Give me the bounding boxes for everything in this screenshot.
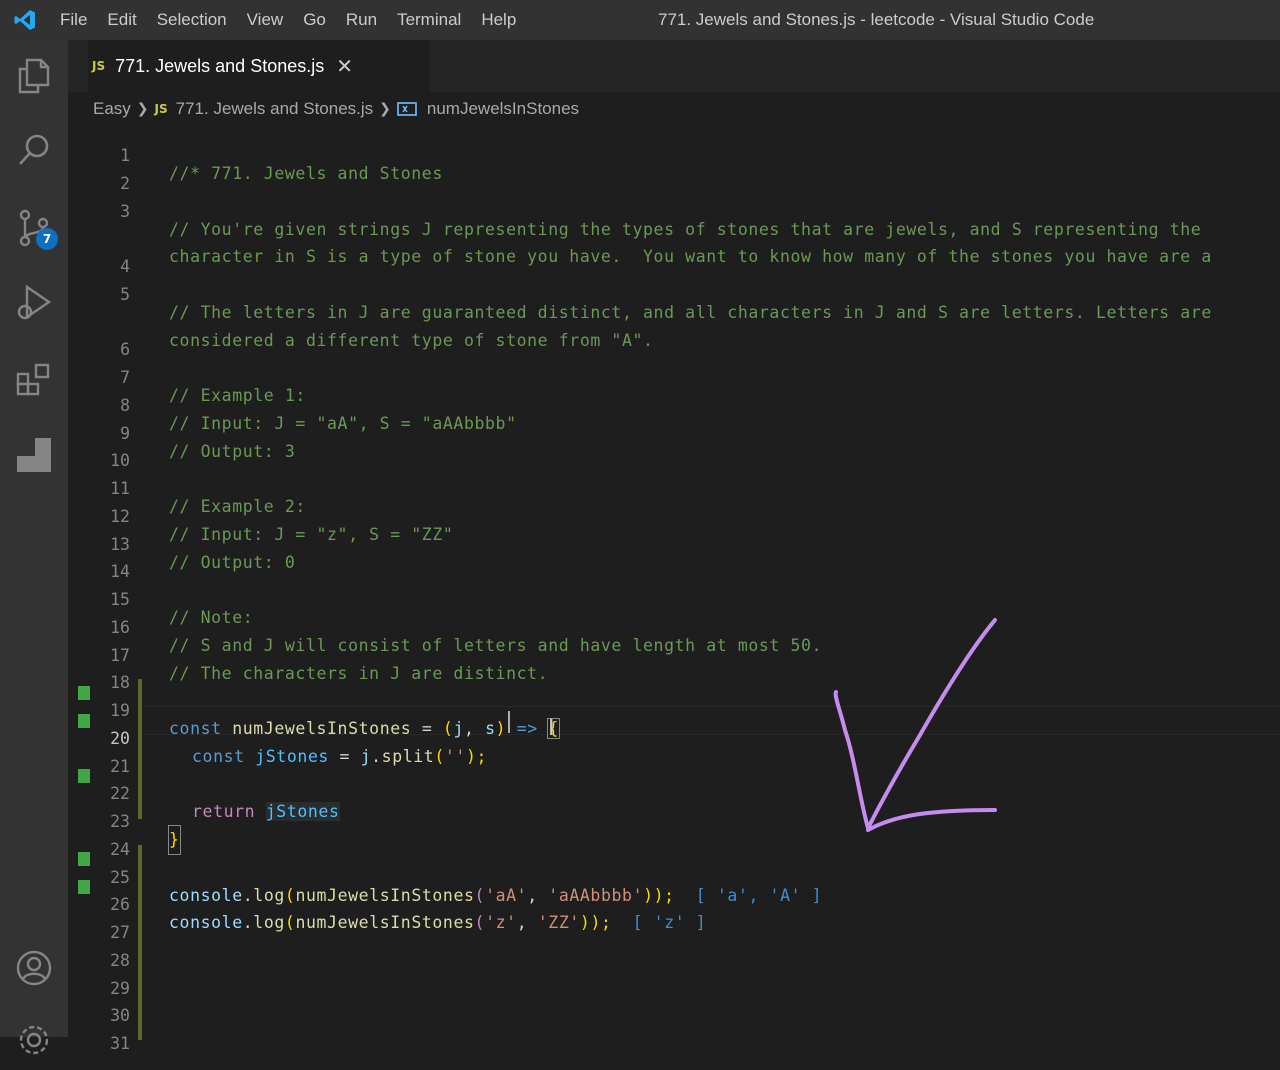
tab-label: 771. Jewels and Stones.js: [115, 55, 325, 76]
variable-symbol-icon: [397, 102, 417, 116]
code-line: 16 // S and J will consist of letters an…: [68, 596, 1280, 655]
code-line: 11 // Example 2:: [68, 457, 1280, 516]
code-line-wrapped: considered a different type of stone fro…: [68, 291, 1280, 350]
menu-bar: File Edit Selection View Go Run Terminal…: [50, 0, 526, 40]
code-line: 24: [68, 818, 1280, 859]
code-line: 14: [68, 540, 1280, 581]
account-icon[interactable]: [0, 938, 68, 998]
breadcrumb-symbol[interactable]: numJewelsInStones: [427, 99, 579, 119]
code-line: 27: [68, 901, 1280, 942]
code-line: 1 //* 771. Jewels and Stones: [68, 124, 1280, 183]
source-control-badge: 7: [36, 228, 58, 250]
title-bar: File Edit Selection View Go Run Terminal…: [0, 0, 1280, 40]
menu-file[interactable]: File: [50, 0, 97, 40]
code-line: 30: [68, 984, 1280, 1025]
code-line: 10: [68, 429, 1280, 470]
code-line: 13 // Output: 0: [68, 513, 1280, 572]
code-line: 21: [68, 735, 1280, 776]
code-line: 7 // Example 1:: [68, 346, 1280, 405]
editor-tabs: JS 771. Jewels and Stones.js ✕: [68, 40, 1280, 92]
menu-terminal[interactable]: Terminal: [387, 0, 471, 40]
code-line: 6: [68, 318, 1280, 359]
code-line-wrapped: character in S is a type of stone you ha…: [68, 207, 1280, 266]
code-line: 23 }: [68, 790, 1280, 855]
close-icon[interactable]: ✕: [336, 54, 353, 78]
search-icon[interactable]: [0, 120, 68, 180]
settings-icon[interactable]: [0, 1010, 68, 1070]
menu-help[interactable]: Help: [471, 0, 526, 40]
code-line: 25 console.log(numJewelsInStones('aA', '…: [68, 846, 1280, 905]
menu-view[interactable]: View: [237, 0, 294, 40]
code-line: 4: [68, 235, 1280, 276]
menu-selection[interactable]: Selection: [147, 0, 237, 40]
code-line: 17 // The characters in J are distinct.: [68, 624, 1280, 683]
javascript-file-icon: JS: [154, 102, 168, 116]
code-line: 20 const jStones = j.split('');: [68, 707, 1280, 766]
chevron-right-icon: ❯: [379, 101, 391, 117]
code-line: 18: [68, 651, 1280, 692]
code-line: 15 // Note:: [68, 568, 1280, 627]
code-line: 19 const numJewelsInStones = (j, s) => {: [68, 679, 1280, 739]
code-line: 31: [68, 1012, 1280, 1053]
code-editor[interactable]: 1 //* 771. Jewels and Stones 2 3 // You'…: [68, 124, 1280, 1053]
line-number: 31: [110, 1034, 130, 1053]
breadcrumb: Easy ❯ JS 771. Jewels and Stones.js ❯ nu…: [93, 94, 579, 124]
breadcrumb-file[interactable]: 771. Jewels and Stones.js: [176, 99, 374, 119]
menu-edit[interactable]: Edit: [97, 0, 146, 40]
vscode-logo-icon: [0, 0, 50, 40]
code-line: 26 console.log(numJewelsInStones('z', 'Z…: [68, 873, 1280, 932]
breadcrumb-folder[interactable]: Easy: [93, 99, 131, 119]
annotation-arrow-icon: [833, 618, 997, 832]
code-line: 22 return jStones: [68, 762, 1280, 822]
menu-run[interactable]: Run: [336, 0, 387, 40]
code-line: 5 // The letters in J are guaranteed dis…: [68, 263, 1280, 322]
code-line: 8 // Input: J = "aA", S = "aAAbbbb": [68, 374, 1280, 433]
explorer-icon[interactable]: [0, 46, 68, 106]
menu-go[interactable]: Go: [293, 0, 336, 40]
run-debug-icon[interactable]: [0, 272, 68, 332]
panel-icon[interactable]: [0, 425, 68, 485]
text-caret: [508, 711, 510, 733]
code-line: 28: [68, 929, 1280, 970]
activity-bar: 7: [0, 40, 68, 1055]
code-line: 2: [68, 152, 1280, 193]
code-line: 29: [68, 957, 1280, 998]
mouse-ibeam-cursor-icon: I: [548, 716, 555, 741]
extensions-icon[interactable]: [0, 350, 68, 410]
source-control-icon[interactable]: 7: [0, 198, 68, 258]
code-line: 3 // You're given strings J representing…: [68, 180, 1280, 239]
javascript-file-icon: JS: [92, 59, 106, 73]
chevron-right-icon: ❯: [136, 101, 149, 117]
code-line: 9 // Output: 3: [68, 402, 1280, 461]
code-line: 12 // Input: J = "z", S = "ZZ": [68, 485, 1280, 544]
window-title: 771. Jewels and Stones.js - leetcode - V…: [658, 10, 1095, 29]
tab-jewels-and-stones[interactable]: JS 771. Jewels and Stones.js ✕: [88, 40, 430, 92]
